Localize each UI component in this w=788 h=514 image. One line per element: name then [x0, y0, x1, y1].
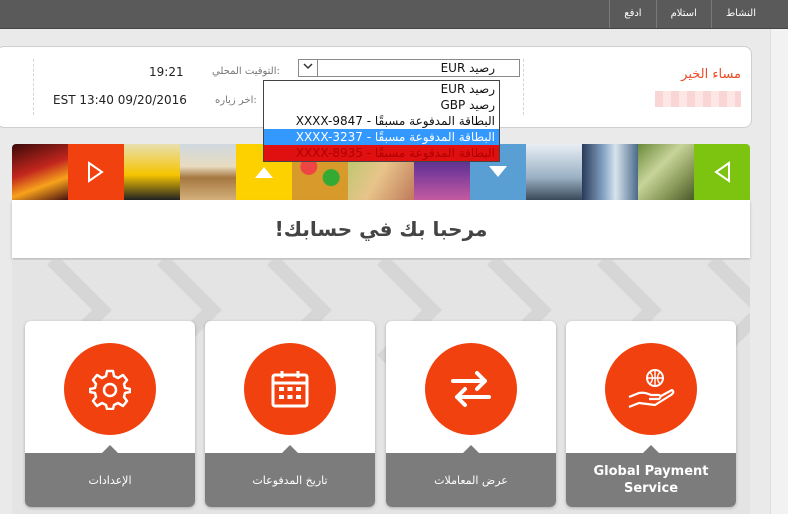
- local-time-label: التوقيت المحلي:: [212, 66, 280, 77]
- banner-prev-arrow[interactable]: [68, 144, 124, 200]
- office-people-image: [526, 144, 582, 200]
- top-bar: ادفع استلام النشاط: [0, 0, 788, 29]
- chevron-down-icon[interactable]: [299, 60, 318, 76]
- card-label: الإعدادات: [25, 453, 195, 507]
- card-label: Global Payment Service: [566, 453, 736, 507]
- hand-globe-icon: [628, 369, 675, 409]
- greeting-text: مساء الخير: [681, 67, 741, 82]
- triangle-left-icon: [714, 161, 730, 183]
- card-label: تاريخ المدفوعات: [205, 453, 375, 507]
- dropdown-option-card-8935[interactable]: البطاقة المدفوعة مسبقًا - XXXX-8935: [264, 145, 499, 161]
- triangle-right-icon: [88, 161, 104, 183]
- triangle-up-icon: [255, 167, 273, 178]
- user-name-redacted: [655, 91, 741, 107]
- page-scrollbar[interactable]: [770, 29, 788, 514]
- triangle-down-icon: [489, 166, 507, 177]
- city-lights-image: [12, 144, 68, 200]
- account-select-value: رصيد EUR: [440, 61, 495, 75]
- currency-notes-image: [638, 144, 694, 200]
- calendar-icon: [271, 371, 309, 408]
- card-global-payment[interactable]: Global Payment Service: [566, 321, 736, 507]
- last-visit-label: اخر زياره:: [215, 95, 257, 106]
- card-label: عرض المعاملات: [386, 453, 556, 507]
- skyscrapers-image: [582, 144, 638, 200]
- dropdown-option-gbp[interactable]: رصيد GBP: [264, 97, 499, 113]
- page-title: مرحبا بك في حسابك!: [274, 217, 488, 241]
- gear-icon: [89, 369, 131, 410]
- card-notch: [463, 445, 479, 453]
- banner-next-arrow[interactable]: [694, 144, 750, 200]
- account-dropdown: رصيد EUR رصيد GBP البطاقة المدفوعة مسبقً…: [263, 80, 500, 162]
- taxi-image: [124, 144, 180, 200]
- card-icon-circle: [425, 343, 517, 435]
- card-notch: [282, 445, 298, 453]
- local-time-value: 19:21: [149, 65, 184, 79]
- card-view-transactions[interactable]: عرض المعاملات: [386, 321, 556, 507]
- welcome-panel: مرحبا بك في حسابك!: [12, 200, 750, 258]
- dropdown-option-card-3237[interactable]: البطاقة المدفوعة مسبقًا - XXXX-3237: [264, 129, 499, 145]
- nav-pay[interactable]: ادفع: [609, 0, 655, 28]
- card-icon-circle: [244, 343, 336, 435]
- top-nav: ادفع استلام النشاط: [609, 0, 770, 28]
- card-icon-circle: [64, 343, 156, 435]
- dropdown-option-eur[interactable]: رصيد EUR: [264, 81, 499, 97]
- pyramids-image: [180, 144, 236, 200]
- last-visit-value: EST 13:40 09/20/2016: [53, 93, 187, 107]
- dropdown-option-card-9847[interactable]: البطاقة المدفوعة مسبقًا - XXXX-9847: [264, 113, 499, 129]
- card-settings[interactable]: الإعدادات: [25, 321, 195, 507]
- card-notch: [102, 445, 118, 453]
- exchange-arrows-icon: [451, 371, 491, 407]
- divider: [33, 59, 34, 115]
- divider: [523, 59, 524, 115]
- card-notch: [643, 445, 659, 453]
- nav-receive[interactable]: استلام: [655, 0, 711, 28]
- account-select[interactable]: رصيد EUR: [298, 59, 520, 77]
- card-icon-circle: [605, 343, 697, 435]
- nav-activity[interactable]: النشاط: [710, 0, 770, 28]
- card-payment-history[interactable]: تاريخ المدفوعات: [205, 321, 375, 507]
